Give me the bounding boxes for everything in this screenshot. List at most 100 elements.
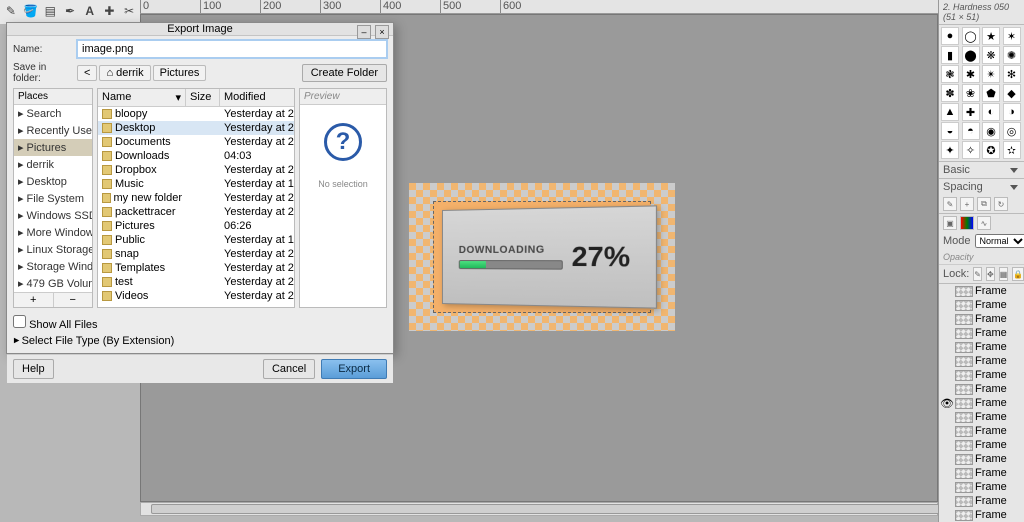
eye-icon[interactable]: 👁 xyxy=(941,397,953,409)
layer-row[interactable]: Frame xyxy=(939,438,1024,452)
brush-swatch[interactable]: ✦ xyxy=(941,141,959,159)
place-item[interactable]: ▸Recently Used xyxy=(14,122,92,139)
file-row[interactable]: PublicYesterday at 18:20 xyxy=(98,233,294,247)
place-item[interactable]: ▸Search xyxy=(14,105,92,122)
brush-swatch[interactable]: ✶ xyxy=(1003,27,1021,45)
paths-tab-icon[interactable]: ∿ xyxy=(977,216,991,230)
place-item[interactable]: ▸File System xyxy=(14,190,92,207)
cancel-button[interactable]: Cancel xyxy=(263,359,315,379)
layers-tab-icon[interactable]: ▣ xyxy=(943,216,957,230)
eye-icon[interactable] xyxy=(941,439,953,451)
place-item[interactable]: ▸Storage Windows xyxy=(14,258,92,275)
brush-swatch[interactable]: ★ xyxy=(982,27,1000,45)
spacing-section[interactable]: Spacing xyxy=(939,178,1024,195)
place-item[interactable]: ▸479 GB Volume xyxy=(14,275,92,292)
eye-icon[interactable] xyxy=(941,355,953,367)
place-item[interactable]: ▸Desktop xyxy=(14,173,92,190)
brush-swatch[interactable]: ◐ xyxy=(982,103,1000,121)
path-seg-pictures[interactable]: Pictures xyxy=(153,65,207,81)
channels-tab-icon[interactable] xyxy=(960,216,974,230)
brush-dup-icon[interactable]: ⧉ xyxy=(977,197,991,211)
brush-swatch[interactable]: ✽ xyxy=(941,84,959,102)
brush-swatch[interactable]: ✫ xyxy=(1003,141,1021,159)
layer-row[interactable]: Frame xyxy=(939,494,1024,508)
eye-icon[interactable] xyxy=(941,383,953,395)
layer-row[interactable]: Frame xyxy=(939,466,1024,480)
brush-swatch[interactable]: ◓ xyxy=(962,122,980,140)
eye-icon[interactable] xyxy=(941,369,953,381)
col-modified-header[interactable]: Modified xyxy=(220,89,294,106)
brush-swatch[interactable]: ✱ xyxy=(962,65,980,83)
eye-icon[interactable] xyxy=(941,341,953,353)
brush-swatch[interactable]: ◉ xyxy=(982,122,1000,140)
brush-swatch[interactable]: ❋ xyxy=(982,46,1000,64)
brush-swatch[interactable]: ❀ xyxy=(962,84,980,102)
layer-row[interactable]: Frame xyxy=(939,312,1024,326)
scroll-thumb[interactable] xyxy=(151,504,1011,514)
brush-swatch[interactable]: ◯ xyxy=(962,27,980,45)
file-row[interactable]: my new folderYesterday at 23:23 xyxy=(98,191,294,205)
file-row[interactable]: DocumentsYesterday at 23:13 xyxy=(98,135,294,149)
places-remove-button[interactable]: − xyxy=(54,293,93,307)
file-row[interactable]: TemplatesYesterday at 23:23 xyxy=(98,261,294,275)
layer-row[interactable]: Frame xyxy=(939,424,1024,438)
heal-icon[interactable]: ✚ xyxy=(101,2,119,20)
place-item[interactable]: ▸Pictures xyxy=(14,139,92,156)
eye-icon[interactable] xyxy=(941,299,953,311)
layer-row[interactable]: Frame xyxy=(939,284,1024,298)
brush-swatch[interactable]: ✻ xyxy=(1003,65,1021,83)
brush-swatch[interactable]: ◒ xyxy=(941,122,959,140)
horizontal-scrollbar[interactable] xyxy=(140,502,938,516)
layer-row[interactable]: Frame xyxy=(939,480,1024,494)
dialog-titlebar[interactable]: Export Image – × xyxy=(7,23,393,36)
brush-new-icon[interactable]: + xyxy=(960,197,974,211)
brush-swatch[interactable]: ⬟ xyxy=(982,84,1000,102)
brush-swatch[interactable]: ✪ xyxy=(982,141,1000,159)
eye-icon[interactable] xyxy=(941,411,953,423)
help-button[interactable]: Help xyxy=(13,359,54,379)
file-row[interactable]: packettracerYesterday at 23:23 xyxy=(98,205,294,219)
brush-swatch[interactable]: ◆ xyxy=(1003,84,1021,102)
layer-row[interactable]: Frame xyxy=(939,368,1024,382)
layer-row[interactable]: Frame xyxy=(939,382,1024,396)
eye-icon[interactable] xyxy=(941,481,953,493)
pencil-icon[interactable]: ✎ xyxy=(2,2,20,20)
file-row[interactable]: Downloads04:03 xyxy=(98,149,294,163)
col-size-header[interactable]: Size xyxy=(186,89,220,106)
layer-row[interactable]: Frame xyxy=(939,326,1024,340)
file-row[interactable]: DesktopYesterday at 23:13 xyxy=(98,121,294,135)
place-item[interactable]: ▸Windows SSD sto... xyxy=(14,207,92,224)
brush-swatch[interactable]: ⬤ xyxy=(962,46,980,64)
lock-alpha-icon[interactable]: ▦ xyxy=(999,267,1009,281)
bucket-icon[interactable]: 🪣 xyxy=(22,2,40,20)
lock-position-icon[interactable]: ✥ xyxy=(986,267,995,281)
pen-icon[interactable]: ✒ xyxy=(61,2,79,20)
layer-row[interactable]: Frame xyxy=(939,354,1024,368)
lock-pixels-icon[interactable]: ✎ xyxy=(973,267,982,281)
brush-swatch[interactable]: ✧ xyxy=(962,141,980,159)
eye-icon[interactable] xyxy=(941,285,953,297)
brush-swatch[interactable]: ❃ xyxy=(941,65,959,83)
file-row[interactable]: testYesterday at 23:23 xyxy=(98,275,294,289)
file-row[interactable]: MusicYesterday at 18:20 xyxy=(98,177,294,191)
brush-swatch[interactable]: ▮ xyxy=(941,46,959,64)
mode-select[interactable]: Normal xyxy=(975,234,1024,248)
file-row[interactable]: bloopyYesterday at 23:13 xyxy=(98,107,294,121)
place-item[interactable]: ▸Linux Storage xyxy=(14,241,92,258)
path-seg-home[interactable]: ⌂derrik xyxy=(99,65,150,81)
brush-swatch[interactable]: ✚ xyxy=(962,103,980,121)
eye-icon[interactable] xyxy=(941,495,953,507)
text-icon[interactable]: A xyxy=(81,2,99,20)
layer-row[interactable]: Frame xyxy=(939,452,1024,466)
brush-swatch[interactable]: ● xyxy=(941,27,959,45)
eye-icon[interactable] xyxy=(941,313,953,325)
gradient-icon[interactable]: ▤ xyxy=(41,2,59,20)
brush-edit-icon[interactable]: ✎ xyxy=(943,197,957,211)
brush-swatch[interactable]: ◎ xyxy=(1003,122,1021,140)
brush-swatch[interactable]: ✴ xyxy=(982,65,1000,83)
brush-refresh-icon[interactable]: ↻ xyxy=(994,197,1008,211)
eye-icon[interactable] xyxy=(941,453,953,465)
layer-row[interactable]: Frame xyxy=(939,508,1024,522)
filename-input[interactable] xyxy=(77,40,387,58)
lock-all-icon[interactable]: 🔒 xyxy=(1012,267,1024,281)
